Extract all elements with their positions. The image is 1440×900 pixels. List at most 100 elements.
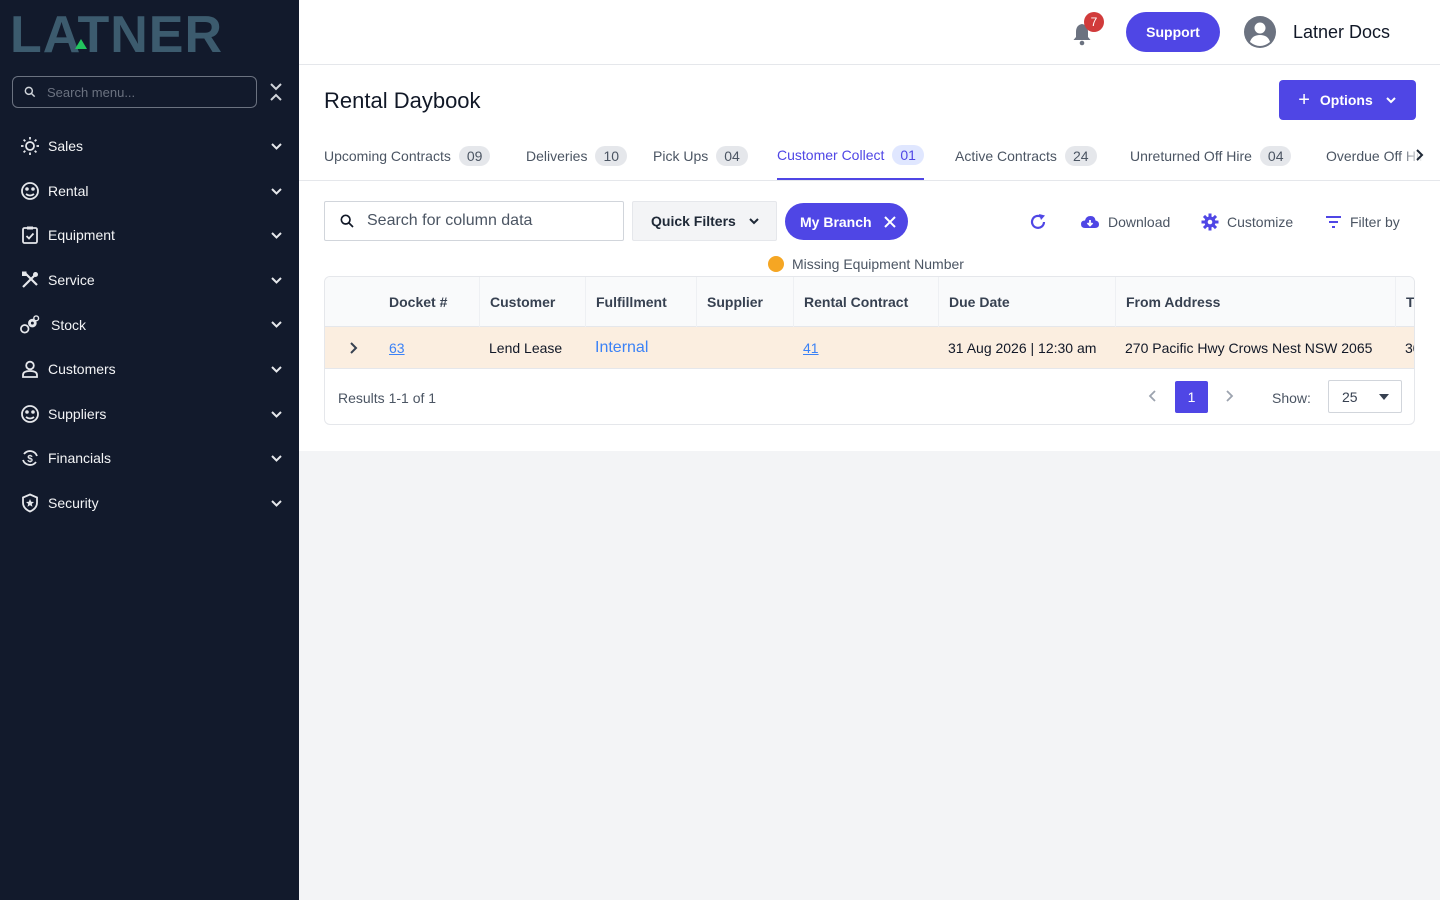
tab-active-contracts[interactable]: Active Contracts 24 — [955, 132, 1097, 180]
column-header-customer[interactable]: Customer — [479, 277, 555, 327]
search-icon — [24, 86, 36, 98]
fulfillment-value: Internal — [595, 339, 649, 356]
column-header-supplier[interactable]: Supplier — [696, 277, 763, 327]
column-header-rental-contract[interactable]: Rental Contract — [793, 277, 908, 327]
tab-count: 01 — [892, 145, 924, 165]
tab-count: 04 — [716, 146, 748, 166]
cell-rental-contract: 41 — [793, 327, 819, 369]
sidebar-item-rental[interactable]: Rental — [0, 169, 299, 214]
rental-contract-link[interactable]: 41 — [803, 340, 819, 356]
tab-label: Deliveries — [526, 148, 588, 164]
logo-text: LATNER — [10, 8, 223, 56]
top-bar: 7 Support Latner Docs — [299, 0, 1440, 65]
row-color-legend: Missing Equipment Number — [768, 256, 964, 272]
previous-page-icon[interactable] — [1147, 389, 1159, 403]
sidebar-nav: Sales Rental Equipment Service Stock Cus… — [0, 124, 299, 525]
collapse-sidebar-icon[interactable] — [268, 82, 284, 102]
equipment-icon — [19, 225, 40, 246]
menu-search-input[interactable] — [47, 84, 237, 100]
column-header-due-date[interactable]: Due Date — [938, 277, 1010, 327]
download-button[interactable]: Download — [1080, 212, 1170, 232]
filter-by-label: Filter by — [1350, 214, 1400, 230]
chevron-down-icon — [271, 232, 282, 240]
sidebar-item-label: Rental — [48, 182, 89, 199]
cell-fulfillment: Internal — [585, 327, 648, 369]
cell-from-address: 270 Pacific Hwy Crows Nest NSW 2065 — [1125, 340, 1373, 356]
options-label: Options — [1319, 92, 1373, 108]
page-size-value: 25 — [1342, 388, 1358, 405]
svg-text:$: $ — [27, 454, 33, 465]
tab-count: 24 — [1064, 146, 1097, 166]
quick-filters-dropdown[interactable]: Quick Filters — [632, 201, 777, 241]
menu-search[interactable] — [12, 76, 257, 108]
table-row[interactable]: 63 Lend Lease Internal 41 31 Aug 2026 | … — [325, 327, 1414, 369]
tab-unreturned-off-hire[interactable]: Unreturned Off Hire 04 — [1130, 132, 1292, 180]
column-header-docket[interactable]: Docket # — [379, 277, 447, 327]
sidebar-item-sales[interactable]: Sales — [0, 124, 299, 169]
latner-logo[interactable]: LATNER — [10, 8, 280, 56]
tab-label: Upcoming Contracts — [324, 148, 451, 164]
sidebar-item-security[interactable]: Security — [0, 481, 299, 526]
my-branch-filter-chip[interactable]: My Branch — [785, 203, 908, 240]
cell-to-address: 30 — [1405, 340, 1414, 356]
filter-by-button[interactable]: Filter by — [1325, 212, 1400, 232]
tab-pick-ups[interactable]: Pick Ups 04 — [653, 132, 748, 180]
chevron-down-icon — [271, 187, 282, 195]
chevron-down-icon — [271, 277, 282, 284]
options-button[interactable]: + Options — [1279, 80, 1416, 120]
filter-icon — [1326, 216, 1341, 228]
refresh-icon[interactable] — [1028, 212, 1048, 232]
support-button[interactable]: Support — [1126, 12, 1220, 52]
user-avatar-icon[interactable] — [1244, 16, 1276, 48]
cell-docket: 63 — [379, 327, 405, 369]
main-content: Rental Daybook + Options Upcoming Contra… — [299, 65, 1440, 451]
column-search[interactable] — [324, 201, 624, 241]
next-page-icon[interactable] — [1223, 389, 1235, 403]
chevron-down-icon — [271, 455, 282, 463]
sidebar-item-label: Service — [48, 272, 95, 289]
close-icon[interactable] — [883, 215, 897, 229]
rental-icon — [19, 180, 40, 201]
user-name[interactable]: Latner Docs — [1293, 22, 1390, 43]
sidebar: LATNER Sales Rental Equipment Service — [0, 0, 299, 900]
sidebar-item-label: Sales — [48, 138, 84, 155]
results-count: Results 1-1 of 1 — [338, 390, 437, 406]
tab-label: Pick Ups — [653, 148, 709, 164]
tab-deliveries[interactable]: Deliveries 10 — [526, 132, 628, 180]
customize-button[interactable]: Customize — [1201, 212, 1293, 232]
page-number-current[interactable]: 1 — [1175, 381, 1208, 413]
tab-upcoming-contracts[interactable]: Upcoming Contracts 09 — [324, 132, 491, 180]
tab-label: Unreturned Off Hire — [1130, 148, 1252, 164]
chevron-right-icon[interactable] — [347, 340, 361, 356]
chevron-down-icon — [271, 143, 282, 150]
chip-label: My Branch — [800, 213, 872, 230]
tab-customer-collect[interactable]: Customer Collect 01 — [777, 132, 924, 180]
column-header-to-address[interactable]: To — [1395, 277, 1414, 327]
customers-icon — [19, 359, 40, 380]
tab-count: 10 — [595, 146, 628, 166]
column-header-fulfillment[interactable]: Fulfillment — [585, 277, 667, 327]
page-size-label: Show: — [1272, 390, 1311, 406]
suppliers-icon — [19, 403, 40, 424]
download-label: Download — [1108, 214, 1171, 230]
sidebar-item-financials[interactable]: $ Financials — [0, 436, 299, 481]
sidebar-item-suppliers[interactable]: Suppliers — [0, 392, 299, 437]
column-header-from-address[interactable]: From Address — [1115, 277, 1220, 327]
sidebar-item-service[interactable]: Service — [0, 258, 299, 303]
cell-supplier — [696, 327, 706, 369]
quick-filters-label: Quick Filters — [651, 213, 736, 229]
chevron-down-icon — [271, 366, 282, 373]
page-size-select[interactable]: 25 — [1328, 380, 1402, 413]
sidebar-item-equipment[interactable]: Equipment — [0, 213, 299, 258]
legend-label: Missing Equipment Number — [792, 256, 964, 272]
docket-link[interactable]: 63 — [389, 340, 405, 356]
table-footer: Results 1-1 of 1 1 Show: 25 — [325, 369, 1414, 424]
financials-icon: $ — [19, 448, 40, 469]
caret-down-icon — [1379, 394, 1389, 400]
column-search-input[interactable] — [367, 212, 607, 230]
table-header: Docket # Customer Fulfillment Supplier R… — [325, 277, 1414, 327]
chevron-right-icon[interactable] — [1413, 148, 1427, 162]
sidebar-item-customers[interactable]: Customers — [0, 347, 299, 392]
sidebar-item-stock[interactable]: Stock — [0, 302, 299, 347]
customize-label: Customize — [1227, 214, 1294, 230]
